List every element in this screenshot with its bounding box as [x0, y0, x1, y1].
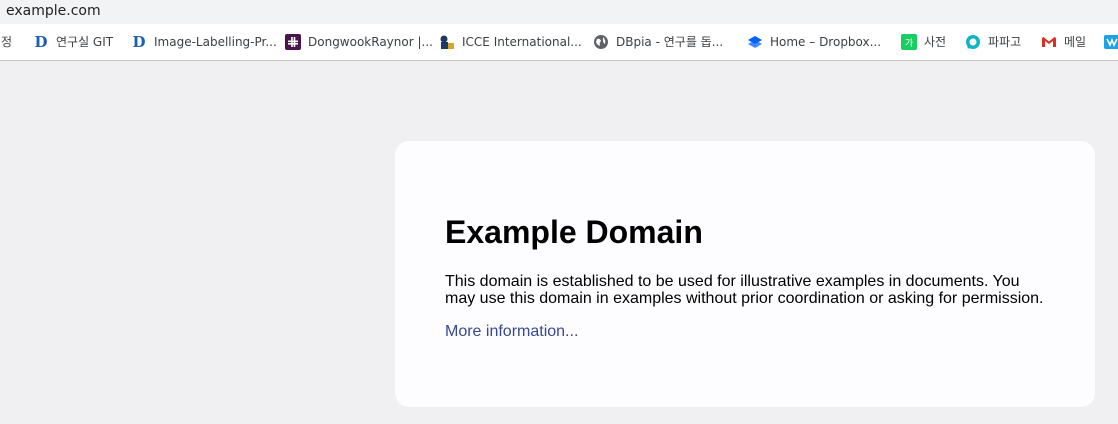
bookmark-label: DBpia - 연구를 돕...	[616, 35, 724, 49]
svg-text:가: 가	[905, 38, 913, 49]
content-card: Example Domain This domain is establishe…	[395, 141, 1095, 407]
bookmark-label: 사전	[924, 35, 947, 49]
icce-icon	[439, 34, 455, 50]
page-description: This domain is established to be used fo…	[445, 273, 1044, 307]
bookmark-icon	[1104, 34, 1118, 50]
papago-icon	[965, 34, 981, 50]
address-bar[interactable]: example.com	[0, 0, 1118, 24]
bookmark-papago[interactable]: 파파고	[965, 24, 1021, 60]
bookmark-settings[interactable]: 설정	[0, 24, 12, 60]
gmail-icon	[1041, 34, 1057, 50]
d-logo-icon: D	[132, 33, 146, 51]
bookmark-label: 파파고	[988, 35, 1022, 49]
bookmark-label: DongwookRaynor |...	[308, 35, 433, 49]
bookmark-label: ICCE International...	[462, 35, 582, 49]
bookmarks-bar: 설정 D 연구실 GIT D Image-Labelling-Pr... Don…	[0, 24, 1118, 61]
slack-icon	[285, 34, 301, 50]
bookmark-label: 메일	[1064, 35, 1087, 49]
bookmark-slack[interactable]: DongwookRaynor |...	[285, 24, 433, 60]
more-information-link[interactable]: More information...	[445, 323, 578, 341]
bookmark-label: 설정	[0, 35, 13, 49]
globe-icon	[593, 34, 609, 50]
dictionary-icon: 가	[901, 34, 917, 50]
bookmark-label: Image-Labelling-Pr...	[154, 35, 277, 49]
bookmark-lab-git[interactable]: D 연구실 GIT	[33, 24, 113, 60]
bookmark-icce[interactable]: ICCE International...	[439, 24, 582, 60]
bookmark-gmail[interactable]: 메일	[1041, 24, 1086, 60]
bookmark-dictionary[interactable]: 가 사전	[901, 24, 946, 60]
bookmark-dbpia[interactable]: DBpia - 연구를 돕...	[593, 24, 723, 60]
bookmark-image-labelling[interactable]: D Image-Labelling-Pr...	[131, 24, 277, 60]
bookmark-label: 연구실 GIT	[56, 35, 114, 49]
page-title: Example Domain	[445, 214, 703, 250]
dropbox-icon	[747, 34, 763, 50]
url-text: example.com	[6, 3, 101, 19]
page-content: Example Domain This domain is establishe…	[0, 61, 1118, 424]
bookmark-label: Home – Dropbox...	[770, 35, 882, 49]
bookmark-overflow[interactable]	[1104, 24, 1118, 60]
bookmark-dropbox[interactable]: Home – Dropbox...	[747, 24, 881, 60]
d-logo-icon: D	[34, 33, 48, 51]
